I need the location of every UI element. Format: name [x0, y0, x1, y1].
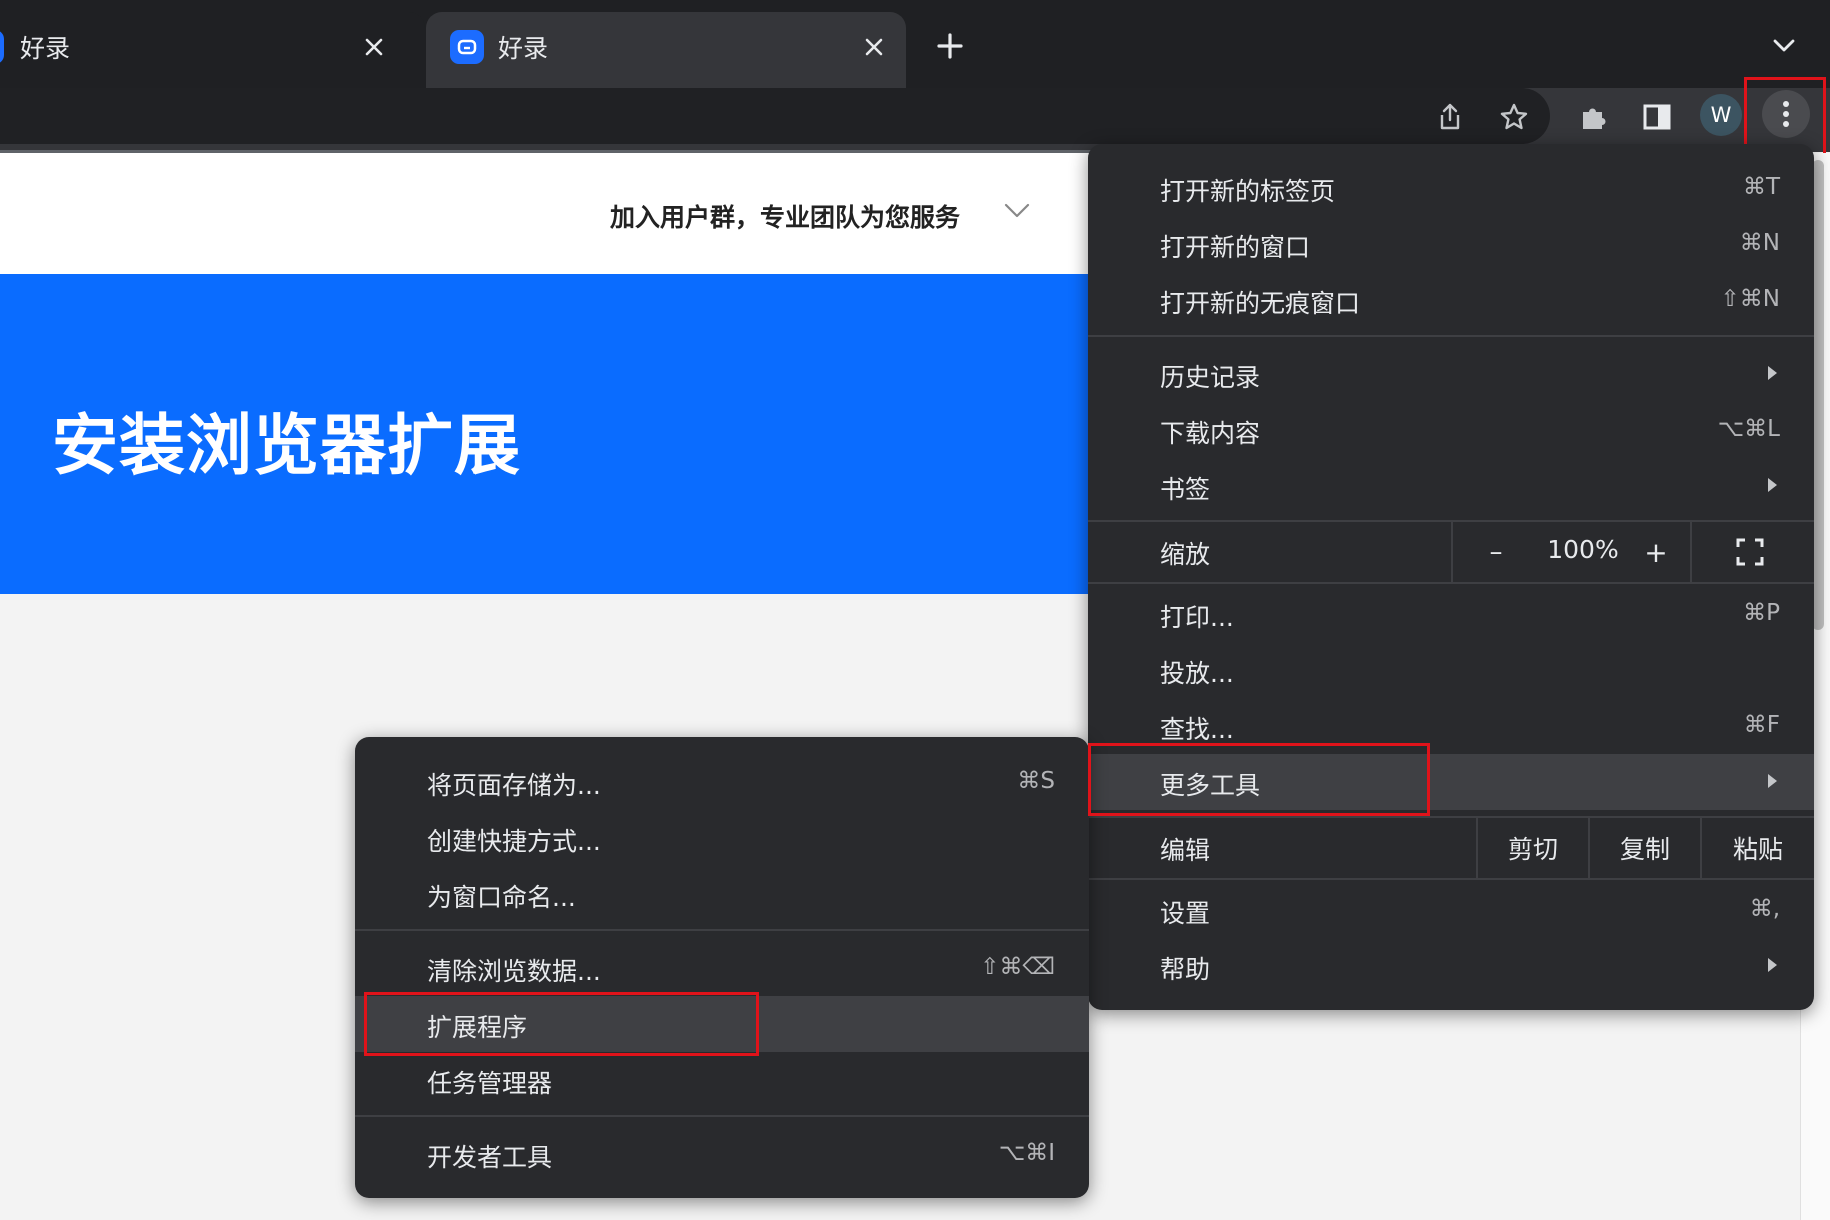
- tab-title: 好录: [498, 34, 549, 63]
- triangle-right-icon: [1766, 773, 1778, 793]
- menu-item-label: 帮助: [1160, 955, 1211, 984]
- plus-icon[interactable]: [926, 26, 974, 66]
- menu-item-downloads[interactable]: 下载内容 ⌥⌘L: [1088, 402, 1814, 458]
- menu-item-clear-data[interactable]: 清除浏览数据... ⇧⌘⌫: [355, 940, 1089, 996]
- menu-item-label: 历史记录: [1160, 363, 1261, 392]
- menu-row-zoom: 缩放 – 100% +: [1088, 522, 1814, 582]
- chevron-down-icon[interactable]: [1004, 203, 1030, 223]
- menu-item-help[interactable]: 帮助: [1088, 938, 1814, 994]
- menu-item-label: 为窗口命名...: [427, 883, 576, 912]
- shortcut-label: ⌥⌘L: [1717, 416, 1780, 442]
- share-icon[interactable]: [1427, 94, 1473, 140]
- zoom-in-button[interactable]: +: [1634, 530, 1678, 574]
- more-tools-highlight: [1088, 743, 1430, 816]
- triangle-right-icon: [1766, 957, 1778, 977]
- extensions-highlight: [364, 992, 759, 1056]
- side-panel-icon[interactable]: [1634, 94, 1680, 140]
- fullscreen-icon[interactable]: [1728, 532, 1772, 572]
- star-icon[interactable]: [1491, 94, 1537, 140]
- puzzle-icon[interactable]: [1571, 94, 1617, 140]
- shortcut-label: ⇧⌘⌫: [980, 954, 1055, 980]
- menu-item-label: 书签: [1160, 475, 1211, 504]
- menu-item-label: 开发者工具: [427, 1143, 553, 1172]
- menu-item-name-window[interactable]: 为窗口命名...: [355, 866, 1089, 922]
- shortcut-label: ⌘S: [1017, 768, 1055, 794]
- menu-item-label: 投放...: [1160, 659, 1234, 688]
- join-group-link[interactable]: 加入用户群，专业团队为您服务: [610, 198, 960, 234]
- menu-item-create-shortcut[interactable]: 创建快捷方式...: [355, 810, 1089, 866]
- shortcut-label: ⌘,: [1749, 896, 1780, 922]
- zoom-out-button[interactable]: –: [1474, 530, 1518, 574]
- menu-item-settings[interactable]: 设置 ⌘,: [1088, 882, 1814, 938]
- favicon-icon: [0, 30, 4, 64]
- menu-item-label: 打开新的无痕窗口: [1160, 289, 1361, 318]
- menu-separator: [1088, 335, 1814, 337]
- menu-item-label: 缩放: [1160, 540, 1211, 569]
- favicon-icon: [450, 30, 484, 64]
- shortcut-label: ⌥⌘I: [998, 1140, 1055, 1166]
- menu-separator: [1451, 522, 1453, 582]
- tab-inactive[interactable]: 好录: [0, 12, 425, 88]
- toolbar: [0, 88, 1830, 152]
- close-icon[interactable]: [856, 29, 892, 65]
- copy-button[interactable]: 复制: [1590, 818, 1700, 878]
- address-bar[interactable]: [0, 88, 1550, 144]
- menu-item-save-page[interactable]: 将页面存储为... ⌘S: [355, 754, 1089, 810]
- avatar[interactable]: W: [1700, 94, 1742, 136]
- menu-item-dev-tools[interactable]: 开发者工具 ⌥⌘I: [355, 1126, 1089, 1182]
- tab-strip: 好录 好录: [0, 0, 1830, 88]
- menu-item-new-window[interactable]: 打开新的窗口 ⌘N: [1088, 216, 1814, 272]
- shortcut-label: ⌘P: [1743, 600, 1780, 626]
- menu-separator: [1088, 582, 1814, 584]
- menu-item-label: 设置: [1160, 899, 1211, 928]
- cut-button[interactable]: 剪切: [1478, 818, 1588, 878]
- menu-item-label: 任务管理器: [427, 1069, 553, 1098]
- shortcut-label: ⌘N: [1739, 230, 1780, 256]
- menu-item-label: 清除浏览数据...: [427, 957, 601, 986]
- menu-item-task-manager[interactable]: 任务管理器: [355, 1052, 1089, 1108]
- menu-item-label: 编辑: [1160, 836, 1211, 865]
- tab-active[interactable]: 好录: [426, 12, 906, 88]
- menu-separator: [1690, 522, 1692, 582]
- menu-item-label: 打印...: [1160, 603, 1234, 632]
- shortcut-label: ⇧⌘N: [1720, 286, 1780, 312]
- menu-item-bookmarks[interactable]: 书签: [1088, 458, 1814, 514]
- menu-row-edit: 编辑 剪切 复制 粘贴: [1088, 818, 1814, 878]
- close-icon[interactable]: [356, 29, 392, 65]
- triangle-right-icon: [1766, 365, 1778, 385]
- menu-separator: [355, 1115, 1089, 1117]
- menu-item-new-tab[interactable]: 打开新的标签页 ⌘T: [1088, 160, 1814, 216]
- shortcut-label: ⌘F: [1743, 712, 1780, 738]
- triangle-right-icon: [1766, 477, 1778, 497]
- tab-title: 好录: [20, 34, 71, 63]
- shortcut-label: ⌘T: [1742, 174, 1780, 200]
- menu-item-label: 创建快捷方式...: [427, 827, 601, 856]
- menu-item-label: 查找...: [1160, 715, 1234, 744]
- menu-item-cast[interactable]: 投放...: [1088, 642, 1814, 698]
- menu-item-label: 将页面存储为...: [427, 771, 601, 800]
- menu-item-label: 打开新的窗口: [1160, 233, 1311, 262]
- paste-button[interactable]: 粘贴: [1702, 818, 1814, 878]
- chevron-down-icon[interactable]: [1764, 26, 1804, 66]
- more-tools-submenu: 将页面存储为... ⌘S 创建快捷方式... 为窗口命名... 清除浏览数据..…: [355, 737, 1089, 1198]
- menu-item-history[interactable]: 历史记录: [1088, 346, 1814, 402]
- menu-separator: [355, 929, 1089, 931]
- menu-item-label: 下载内容: [1160, 419, 1261, 448]
- menu-item-label: 打开新的标签页: [1160, 177, 1336, 206]
- browser-menu: 打开新的标签页 ⌘T 打开新的窗口 ⌘N 打开新的无痕窗口 ⇧⌘N 历史记录 下…: [1088, 144, 1814, 1010]
- menu-item-print[interactable]: 打印... ⌘P: [1088, 586, 1814, 642]
- page-title: 安装浏览器扩展: [52, 407, 521, 484]
- menu-separator: [1088, 878, 1814, 880]
- menu-item-incognito[interactable]: 打开新的无痕窗口 ⇧⌘N: [1088, 272, 1814, 328]
- zoom-level: 100%: [1547, 535, 1619, 564]
